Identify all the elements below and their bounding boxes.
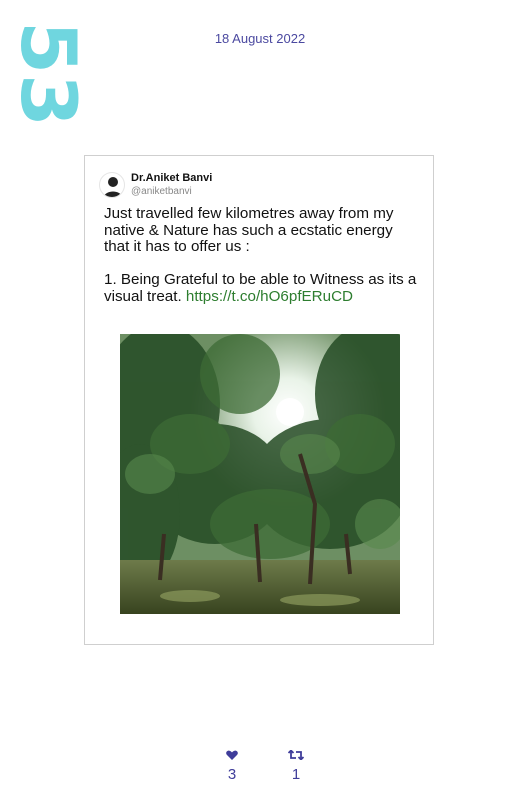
likes-count: 3 (227, 766, 237, 783)
date-label: 18 August 2022 (214, 31, 306, 46)
retweets-count: 1 (291, 766, 301, 783)
tweet-card: Dr.Aniket Banvi @aniketbanvi Just travel… (84, 155, 434, 645)
tweet-stats: 3 1 (0, 747, 520, 787)
heart-icon (226, 750, 238, 760)
page-number: 53 (4, 21, 93, 127)
retweets-stat[interactable]: 1 (276, 747, 316, 783)
tweet-author[interactable]: Dr.Aniket Banvi @aniketbanvi (99, 170, 212, 200)
tweet-link[interactable]: https://t.co/hO6pfERuCD (186, 288, 353, 305)
forest-photo (120, 334, 400, 614)
likes-stat[interactable]: 3 (212, 747, 252, 783)
author-name: Dr.Aniket Banvi (131, 172, 213, 185)
tweet-text: Just travelled few kilometres away from … (104, 205, 419, 306)
retweet-icon (287, 749, 305, 761)
avatar[interactable] (99, 172, 125, 198)
tweet-photo[interactable] (120, 334, 400, 614)
author-handle: @aniketbanvi (131, 185, 192, 197)
